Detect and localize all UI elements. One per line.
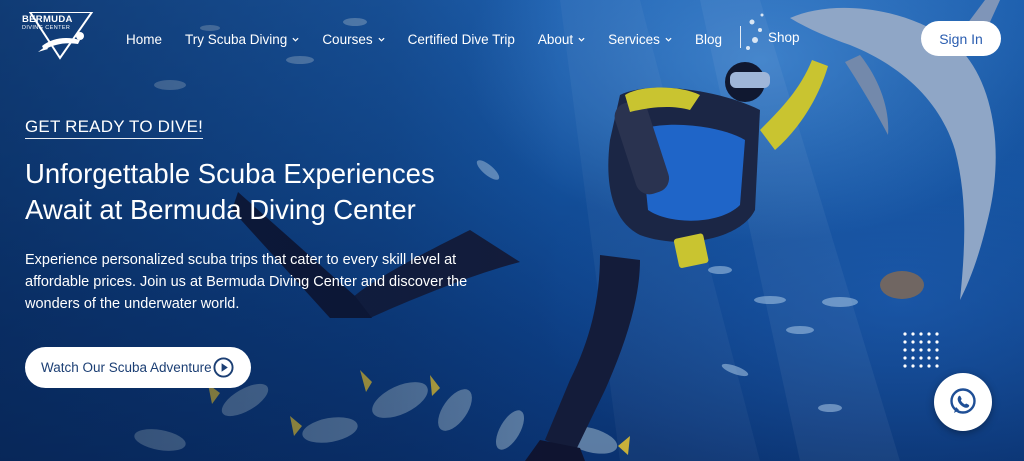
chevron-down-icon xyxy=(578,37,585,42)
nav-item-label: Blog xyxy=(694,31,722,47)
nav-item-label: Try Scuba Diving xyxy=(185,31,288,47)
main-nav: Home Try Scuba Diving Courses Certified … xyxy=(126,30,745,48)
brand-tagline: DIVING CENTER xyxy=(22,25,71,31)
nav-item-try-scuba-diving[interactable]: Try Scuba Diving xyxy=(185,32,299,47)
cta-label: Watch Our Scuba Adventure xyxy=(41,360,212,375)
hero-headline: Unforgettable Scuba Experiences Await at… xyxy=(25,158,435,225)
nav-item-label: Services xyxy=(608,31,660,47)
watch-adventure-button[interactable]: Watch Our Scuba Adventure xyxy=(25,347,251,388)
nav-item-blog[interactable]: Blog xyxy=(695,32,722,47)
whatsapp-chat-button[interactable] xyxy=(934,373,992,431)
brand-name: BERMUDA xyxy=(22,14,73,25)
sign-in-button[interactable]: Sign In xyxy=(921,21,1001,56)
hero-background xyxy=(0,0,1024,461)
whatsapp-icon xyxy=(950,388,976,414)
nav-item-courses[interactable]: Courses xyxy=(322,31,385,47)
nav-item-services[interactable]: Services xyxy=(608,32,672,47)
nav-item-certified-dive-trip[interactable]: Certified Dive Trip xyxy=(408,32,515,47)
play-circle-icon xyxy=(213,357,234,378)
chevron-down-icon xyxy=(378,37,385,42)
hero-description: Experience personalized scuba trips that… xyxy=(25,252,468,312)
nav-item-label: Home xyxy=(126,31,163,47)
nav-item-shop[interactable]: Shop xyxy=(768,30,800,45)
nav-item-label: Certified Dive Trip xyxy=(407,31,515,47)
nav-divider xyxy=(740,26,741,48)
nav-item-label: About xyxy=(537,31,574,47)
chevron-down-icon xyxy=(292,37,299,42)
hero-overlay xyxy=(0,0,560,461)
nav-item-about[interactable]: About xyxy=(538,32,585,47)
nav-item-home[interactable]: Home xyxy=(126,32,162,47)
nav-item-label: Courses xyxy=(322,31,373,47)
eyebrow-underline xyxy=(25,138,203,139)
hero-eyebrow: GET READY TO DIVE! xyxy=(25,117,204,136)
chevron-down-icon xyxy=(665,37,672,42)
brand-logo[interactable]: BERMUDA DIVING CENTER xyxy=(22,12,100,60)
dot-grid-decoration xyxy=(903,332,939,368)
